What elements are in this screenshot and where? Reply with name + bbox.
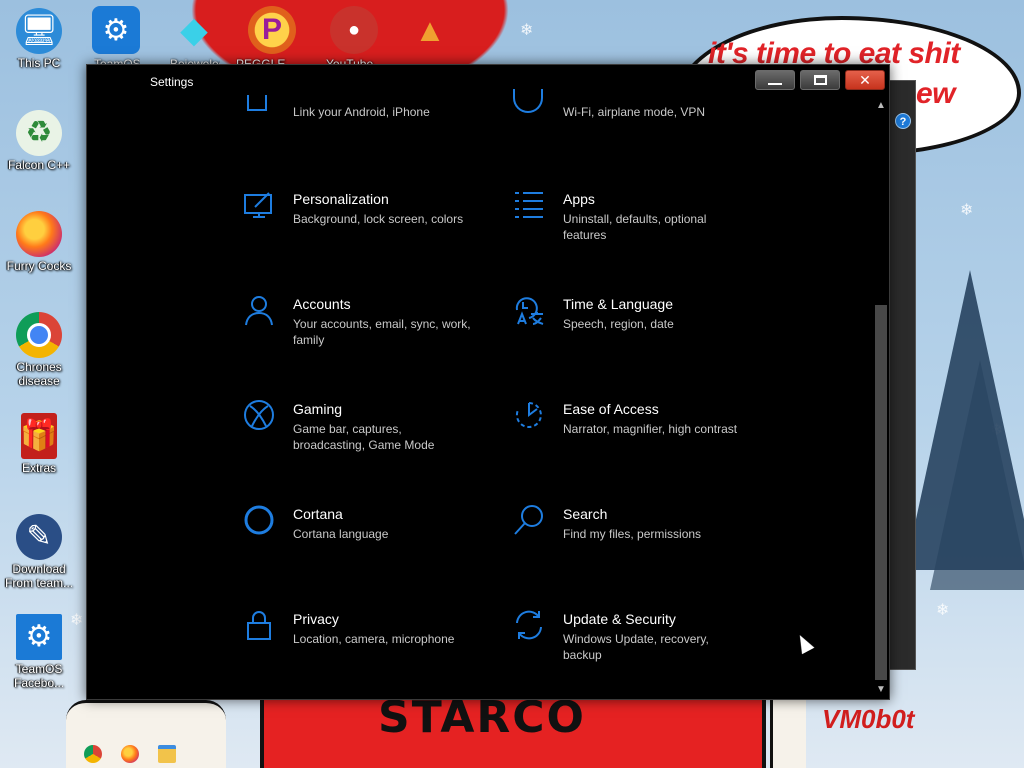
desktop-icon-label: TeamOS Facebo... [13,662,65,690]
tile-apps[interactable]: Apps Uninstall, defaults, optional featu… [513,189,743,259]
firefox-icon[interactable] [121,745,139,763]
globe-icon [513,89,543,113]
snowflake-icon: ❄ [520,20,534,39]
gear-icon[interactable]: ⚙ [92,6,140,54]
tile-cortana[interactable]: Cortana Cortana language [243,504,473,574]
tile-title: Cortana [293,506,343,522]
tile-desc: Cortana language [293,527,389,541]
tile-title: Update & Security [563,611,676,627]
tile-title: Ease of Access [563,401,659,417]
tile-title: Accounts [293,296,351,312]
maximize-icon [813,75,827,85]
tile-desc: Find my files, permissions [563,527,702,541]
maximize-button[interactable] [800,70,840,90]
download-icon: ✎ [16,514,62,560]
ease-of-access-icon [513,399,545,431]
desktop-icon-label: Furry Cocks [6,259,72,273]
desktop-icon-label: Download From team... [4,562,73,590]
file-explorer-icon[interactable] [158,745,176,763]
desktop-icon-teamos-facebook[interactable]: ⚙ TeamOS Facebo... [1,614,77,690]
diamond-icon[interactable]: ◆ [170,6,218,54]
close-button[interactable]: ✕ [845,70,885,90]
scrollbar[interactable]: ▲ ▼ [873,97,889,699]
angry-birds-icon[interactable]: ● [330,6,378,54]
xbox-icon [243,399,275,431]
gift-icon: 🎁 [20,413,58,459]
tile-title: Gaming [293,401,343,417]
tile-desc: Uninstall, defaults, optional features [563,212,707,242]
update-icon [513,609,545,641]
desktop-icon-label: Chrones disease [16,360,62,388]
tile-desc: Your accounts, email, sync, work, family [293,317,471,347]
tile-gaming[interactable]: Gaming Game bar, captures, broadcasting,… [243,399,473,469]
desktop-icon-this-pc[interactable]: 🖥 This PC [1,8,77,70]
tile-desc: Windows Update, recovery, backup [563,632,709,662]
cortana-icon [243,504,275,536]
accounts-icon [243,294,275,326]
tile-title: Time & Language [563,296,673,312]
snowflake-icon: ❄ [960,200,974,219]
desktop-icon-label: Falcon C++ [7,158,71,172]
background-window[interactable] [886,80,916,670]
computer-icon: 🖥 [16,8,62,54]
tile-title: Personalization [293,191,389,207]
firefox-icon [16,211,62,257]
tile-ease-of-access[interactable]: Ease of Access Narrator, magnifier, high… [513,399,743,469]
desktop-icon-download[interactable]: ✎ Download From team... [1,514,77,590]
tile-desc-phone: Link your Android, iPhone [293,105,430,119]
title-bar[interactable]: Settings ✕ [87,65,889,97]
tile-update-security[interactable]: Update & Security Windows Update, recove… [513,609,743,679]
help-icon[interactable]: ? [895,113,911,129]
scroll-down-icon[interactable]: ▼ [873,683,889,697]
chrome-icon[interactable] [84,745,102,763]
wallpaper-tree [905,270,1024,570]
tile-title: Apps [563,191,595,207]
scroll-thumb[interactable] [875,305,887,680]
personalization-icon [243,189,275,221]
phone-icon [247,95,267,111]
peggle-icon[interactable]: P [248,6,296,54]
close-icon: ✕ [859,71,871,88]
tile-desc: Game bar, captures, broadcasting, Game M… [293,422,435,452]
gear-icon: ⚙ [16,614,62,660]
tile-desc-network: Wi-Fi, airplane mode, VPN [563,105,706,119]
desktop-icon-falcon[interactable]: ♻ Falcon C++ [1,110,77,172]
tile-desc: Location, camera, microphone [293,632,455,646]
desktop-icon-chrome[interactable]: Chrones disease [1,312,77,388]
taskbar [0,740,240,768]
recycle-icon: ♻ [16,110,62,156]
wallpaper-signature: VM0b0t [822,704,915,734]
desktop-icon-label: This PC [17,56,61,70]
candy-icon[interactable]: ▲ [406,6,454,54]
apps-icon [513,189,545,221]
tile-desc: Narrator, magnifier, high contrast [563,422,738,436]
desktop-icon-firefox[interactable]: Furry Cocks [1,211,77,273]
tile-personalization[interactable]: Personalization Background, lock screen,… [243,189,473,259]
snowflake-icon: ❄ [936,600,950,619]
tile-time-language[interactable]: Time & Language Speech, region, date [513,294,743,364]
desktop-icon-label: Extras [21,461,56,475]
lock-icon [243,609,275,641]
tile-desc: Background, lock screen, colors [293,212,464,226]
tile-search[interactable]: Search Find my files, permissions [513,504,743,574]
tile-privacy[interactable]: Privacy Location, camera, microphone [243,609,473,679]
time-language-icon [513,294,545,326]
search-icon [513,504,545,536]
minimize-icon [768,83,782,85]
minimize-button[interactable] [755,70,795,90]
tile-title: Search [563,506,608,522]
scroll-up-icon[interactable]: ▲ [873,99,889,113]
wallpaper-figure [770,700,806,768]
chrome-icon [16,312,62,358]
settings-window: Settings ✕ Link your Android, iPhone Wi-… [86,64,890,700]
desktop-icon-extras[interactable]: 🎁 Extras [1,413,77,475]
tile-title: Privacy [293,611,339,627]
tile-accounts[interactable]: Accounts Your accounts, email, sync, wor… [243,294,473,364]
window-title: Settings [150,75,194,89]
tile-desc: Speech, region, date [563,317,674,331]
